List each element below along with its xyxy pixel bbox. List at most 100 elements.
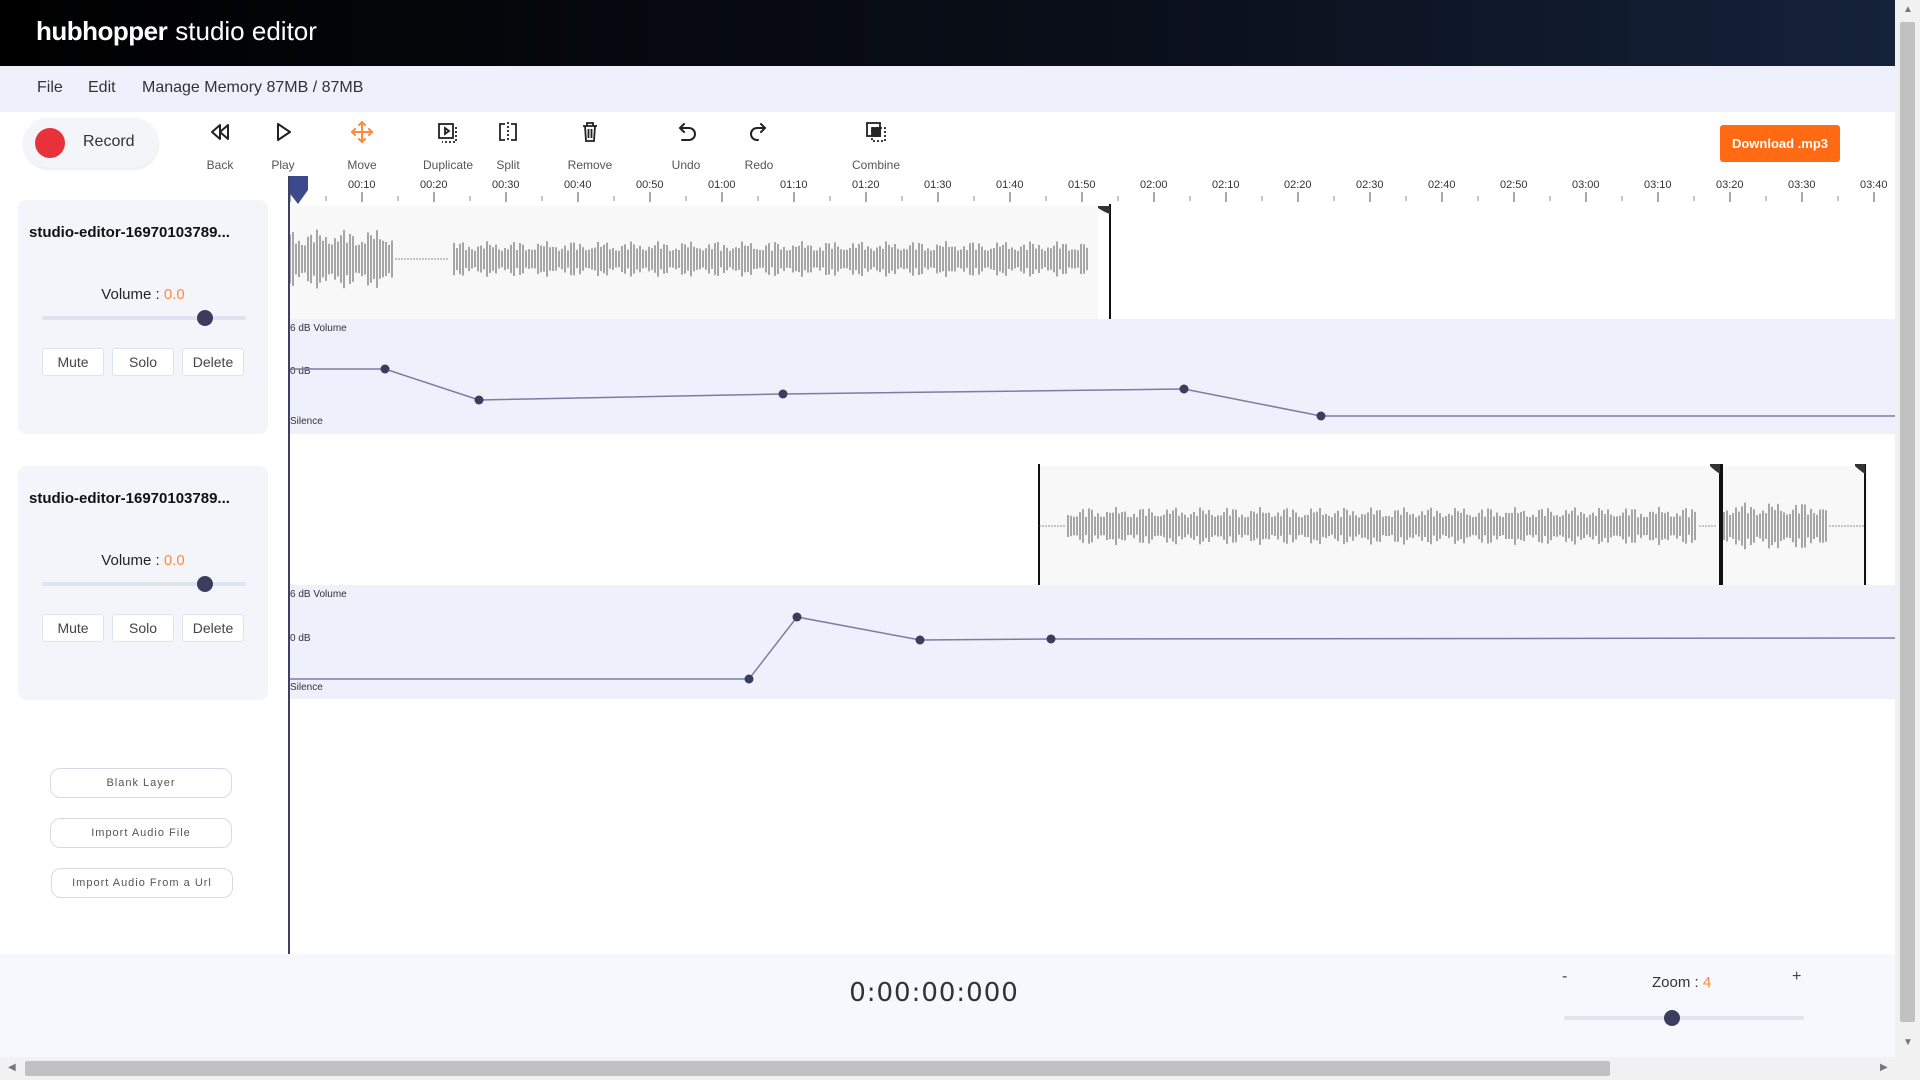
timeline[interactable]: 000:1000:2000:3000:4000:5001:0001:1001:2… (287, 174, 1911, 954)
menu-bar: File Edit Manage Memory 87MB / 87MB (0, 66, 1895, 112)
envelope-point[interactable] (744, 674, 754, 684)
envelope-point[interactable] (778, 389, 788, 399)
ruler-tick-label: 03:10 (1644, 179, 1672, 191)
scroll-left-icon[interactable]: ◀ (8, 1062, 16, 1073)
envelope-point[interactable] (1179, 384, 1189, 394)
split-label: Split (496, 158, 520, 172)
move-label: Move (347, 158, 377, 172)
scroll-right-icon[interactable]: ▶ (1880, 1062, 1888, 1073)
record-label: Record (83, 133, 135, 150)
record-button[interactable]: Record (24, 118, 158, 168)
envelope-bottom-label: Silence (290, 416, 323, 427)
vertical-scrollbar[interactable]: ▲ ▼ (1895, 0, 1920, 1057)
solo-button[interactable]: Solo (112, 614, 174, 642)
combine-icon (866, 122, 886, 142)
ruler-tick-label: 00:10 (348, 179, 376, 191)
delete-button[interactable]: Delete (182, 348, 244, 376)
delete-button[interactable]: Delete (182, 614, 244, 642)
zoom-out-button[interactable]: - (1562, 968, 1567, 986)
menu-manage-memory[interactable]: Manage Memory 87MB / 87MB (142, 79, 363, 97)
scroll-down-icon[interactable]: ▼ (1903, 1037, 1913, 1048)
ruler-tick-label: 00:20 (420, 179, 448, 191)
volume-value: 0.0 (163, 286, 185, 303)
combine-button[interactable]: Combine (836, 118, 916, 172)
ruler-tick-label: 02:50 (1500, 179, 1528, 191)
ruler-tick-label: 03:40 (1860, 179, 1888, 191)
transport-bar: 0:00:00:000 - Zoom : 4 + (0, 954, 1895, 1057)
record-icon (35, 128, 65, 158)
envelope-point[interactable] (474, 395, 484, 405)
volume-text: Volume : (101, 552, 164, 569)
envelope-point[interactable] (380, 364, 390, 374)
ruler-tick-label: 02:40 (1428, 179, 1456, 191)
app-logo: hubhopper studio editor (36, 16, 317, 47)
remove-label: Remove (567, 158, 613, 172)
import-audio-url-button[interactable]: Import Audio From a Url (51, 868, 233, 898)
play-button[interactable]: Play (243, 118, 323, 172)
mute-button[interactable]: Mute (42, 348, 104, 376)
volume-label: Volume : 0.0 (18, 286, 268, 303)
undo-button[interactable]: Undo (646, 118, 726, 172)
redo-label: Redo (744, 158, 774, 172)
ruler-tick-label: 02:20 (1284, 179, 1312, 191)
split-icon (499, 122, 517, 142)
menu-edit[interactable]: Edit (88, 79, 116, 97)
brand-name: hubhopper (36, 16, 168, 46)
ruler-tick-label: 03:00 (1572, 179, 1600, 191)
ruler-tick-label: 00:40 (564, 179, 592, 191)
playhead-handle[interactable] (287, 176, 308, 204)
zoom-in-button[interactable]: + (1792, 968, 1801, 986)
split-button[interactable]: Split (468, 118, 548, 172)
play-icon (277, 123, 291, 141)
move-button[interactable]: Move (322, 118, 402, 172)
app-header: hubhopper studio editor (0, 0, 1895, 66)
redo-button[interactable]: Redo (719, 118, 799, 172)
envelope-top-label: 6 dB Volume (290, 323, 347, 334)
playhead-line (288, 176, 290, 954)
timeline-canvas[interactable]: 000:1000:2000:3000:4000:5001:0001:1001:2… (287, 174, 1911, 954)
envelope-point[interactable] (915, 635, 925, 645)
horizontal-scrollbar[interactable]: ◀ ▶ (0, 1057, 1920, 1080)
combine-label: Combine (851, 158, 901, 172)
time-ruler[interactable]: 000:1000:2000:3000:4000:5001:0001:1001:2… (289, 179, 1911, 202)
menu-file[interactable]: File (37, 79, 63, 97)
scroll-up-icon[interactable]: ▲ (1903, 4, 1913, 15)
clip-handle[interactable] (1098, 206, 1110, 214)
remove-button[interactable]: Remove (550, 118, 630, 172)
envelope-point[interactable] (1316, 411, 1326, 421)
vertical-scroll-thumb[interactable] (1900, 22, 1915, 1022)
timecode-display: 0:00:00:000 (849, 978, 1019, 1008)
envelope-mid-label: 0 dB (290, 366, 311, 377)
envelope-top-label: 6 dB Volume (290, 589, 347, 600)
ruler-tick-label: 01:00 (708, 179, 736, 191)
ruler-tick-label: 03:30 (1788, 179, 1816, 191)
download-mp3-button[interactable]: Download .mp3 (1720, 125, 1840, 162)
volume-value: 0.0 (163, 552, 185, 569)
brand-subtitle: studio editor (175, 16, 317, 46)
envelope-bottom-label: Silence (290, 682, 323, 693)
volume-slider[interactable] (42, 576, 246, 592)
volume-slider-knob[interactable] (197, 310, 214, 326)
zoom-label: Zoom : 4 (1652, 974, 1711, 991)
rewind-icon (211, 124, 229, 140)
ruler-tick-label: 02:30 (1356, 179, 1384, 191)
volume-slider[interactable] (42, 310, 246, 326)
ruler-tick-label: 01:20 (852, 179, 880, 191)
ruler-tick-label: 01:50 (1068, 179, 1096, 191)
import-audio-file-button[interactable]: Import Audio File (50, 818, 232, 848)
blank-layer-button[interactable]: Blank Layer (50, 768, 232, 798)
zoom-slider-knob[interactable] (1664, 1010, 1680, 1026)
envelope-point[interactable] (1046, 634, 1056, 644)
mute-button[interactable]: Mute (42, 614, 104, 642)
zoom-slider[interactable] (1564, 1010, 1804, 1026)
ruler-tick-label: 02:00 (1140, 179, 1168, 191)
solo-button[interactable]: Solo (112, 348, 174, 376)
envelope-point[interactable] (792, 612, 802, 622)
horizontal-scroll-thumb[interactable] (25, 1061, 1610, 1076)
envelope-band-2[interactable] (288, 585, 1895, 699)
track-card-1: studio-editor-16970103789... Volume : 0.… (18, 200, 268, 434)
volume-text: Volume : (101, 286, 164, 303)
volume-slider-knob[interactable] (197, 576, 214, 592)
redo-icon (750, 123, 767, 141)
ruler-tick-label: 03:20 (1716, 179, 1744, 191)
